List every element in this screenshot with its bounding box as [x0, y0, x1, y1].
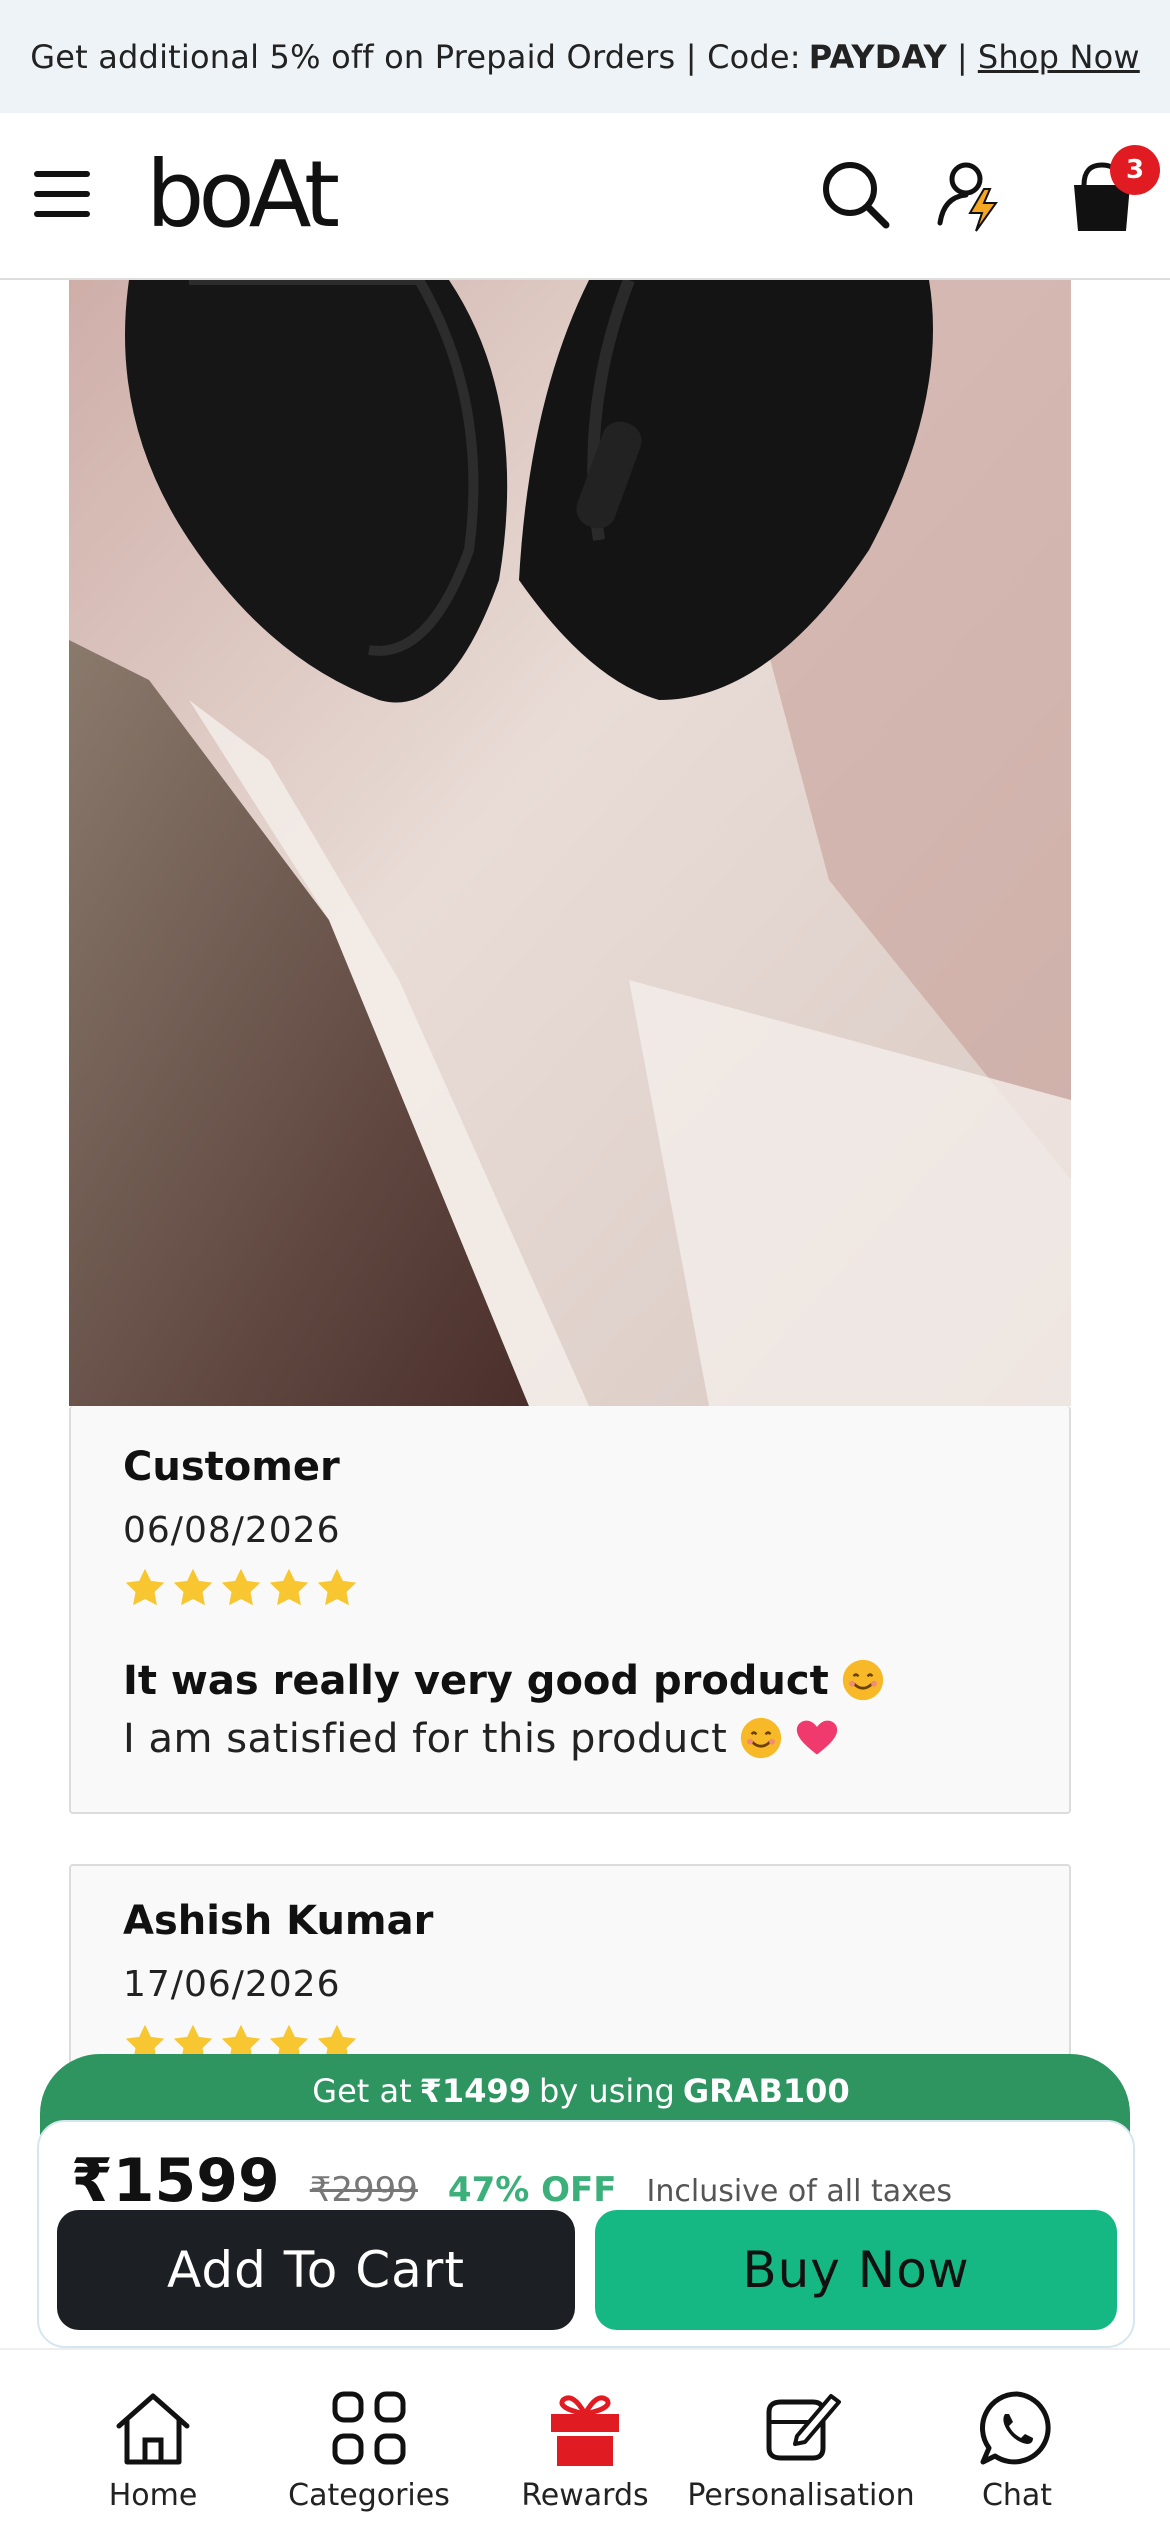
nav-item-categories[interactable]: Categories	[252, 2350, 486, 2532]
heart-icon	[797, 1720, 838, 1755]
current-price: ₹1599	[71, 2146, 280, 2216]
star-icon	[221, 1568, 261, 1606]
nav-item-chat[interactable]: Chat	[900, 2350, 1134, 2532]
smiling-emoji-icon	[842, 1659, 883, 1701]
buy-panel: ₹1599 ₹2999 47% OFF Inclusive of all tax…	[37, 2120, 1135, 2348]
tax-note: Inclusive of all taxes	[646, 2174, 953, 2209]
boat-logo[interactable]: boAt	[146, 141, 340, 248]
reviewer-name: Ashish Kumar	[123, 1898, 434, 1944]
nav-item-personalisation[interactable]: Personalisation	[684, 2350, 918, 2532]
categories-icon	[332, 2391, 406, 2465]
profile-icon[interactable]	[930, 155, 1010, 235]
smiling-emoji-icon	[741, 1717, 782, 1759]
star-icon	[125, 1568, 165, 1606]
cart-count-badge: 3	[1110, 145, 1160, 195]
nav-label: Rewards	[521, 2478, 649, 2513]
nav-label: Categories	[288, 2478, 450, 2513]
search-icon[interactable]	[816, 155, 896, 235]
star-icon	[317, 1568, 357, 1606]
review-date: 17/06/2026	[123, 1964, 341, 2005]
bottom-nav: Home Categories Rewards Personalisation	[0, 2348, 1170, 2532]
star-icon	[269, 1568, 309, 1606]
add-to-cart-button[interactable]: Add To Cart	[57, 2210, 575, 2330]
nav-item-home[interactable]: Home	[36, 2350, 270, 2532]
review-date: 06/08/2026	[123, 1510, 341, 1551]
review-body-text: I am satisfied for this product	[123, 1716, 728, 1762]
logo-text: boAt	[146, 141, 340, 248]
home-icon	[116, 2393, 190, 2465]
nav-item-rewards[interactable]: Rewards	[468, 2350, 702, 2532]
whatsapp-icon	[980, 2391, 1051, 2465]
review-title: It was really very good product	[123, 1658, 885, 1704]
promo-bar: Get additional 5% off on Prepaid Orders …	[0, 0, 1170, 113]
review-body: I am satisfied for this product	[123, 1716, 839, 1762]
nav-label: Home	[108, 2478, 198, 2513]
promo-separator: |	[956, 37, 968, 76]
buy-now-button[interactable]: Buy Now	[595, 2210, 1117, 2330]
review-photo[interactable]	[69, 280, 1071, 1406]
promo-text: Get additional 5% off on Prepaid Orders …	[30, 37, 801, 76]
review-card: Customer 06/08/2026 It was really very g…	[69, 1406, 1071, 1814]
header: boAt 3	[0, 113, 1170, 280]
star-icon	[173, 1568, 213, 1606]
personalisation-icon	[766, 2394, 841, 2461]
price-row: ₹1599 ₹2999 47% OFF Inclusive of all tax…	[71, 2146, 952, 2216]
shop-now-link[interactable]: Shop Now	[978, 38, 1140, 76]
original-price: ₹2999	[309, 2170, 418, 2210]
reviewer-name: Customer	[123, 1444, 340, 1490]
review-title-text: It was really very good product	[123, 1658, 829, 1704]
discount-label: 47% OFF	[447, 2170, 617, 2210]
promo-code: PAYDAY	[808, 37, 947, 76]
hamburger-menu-icon[interactable]	[34, 171, 90, 219]
headphones-photo-image	[69, 280, 1071, 1406]
gift-icon	[551, 2395, 619, 2466]
nav-label: Chat	[981, 2478, 1053, 2513]
star-rating	[123, 1566, 359, 1610]
nav-label: Personalisation	[687, 2478, 915, 2513]
